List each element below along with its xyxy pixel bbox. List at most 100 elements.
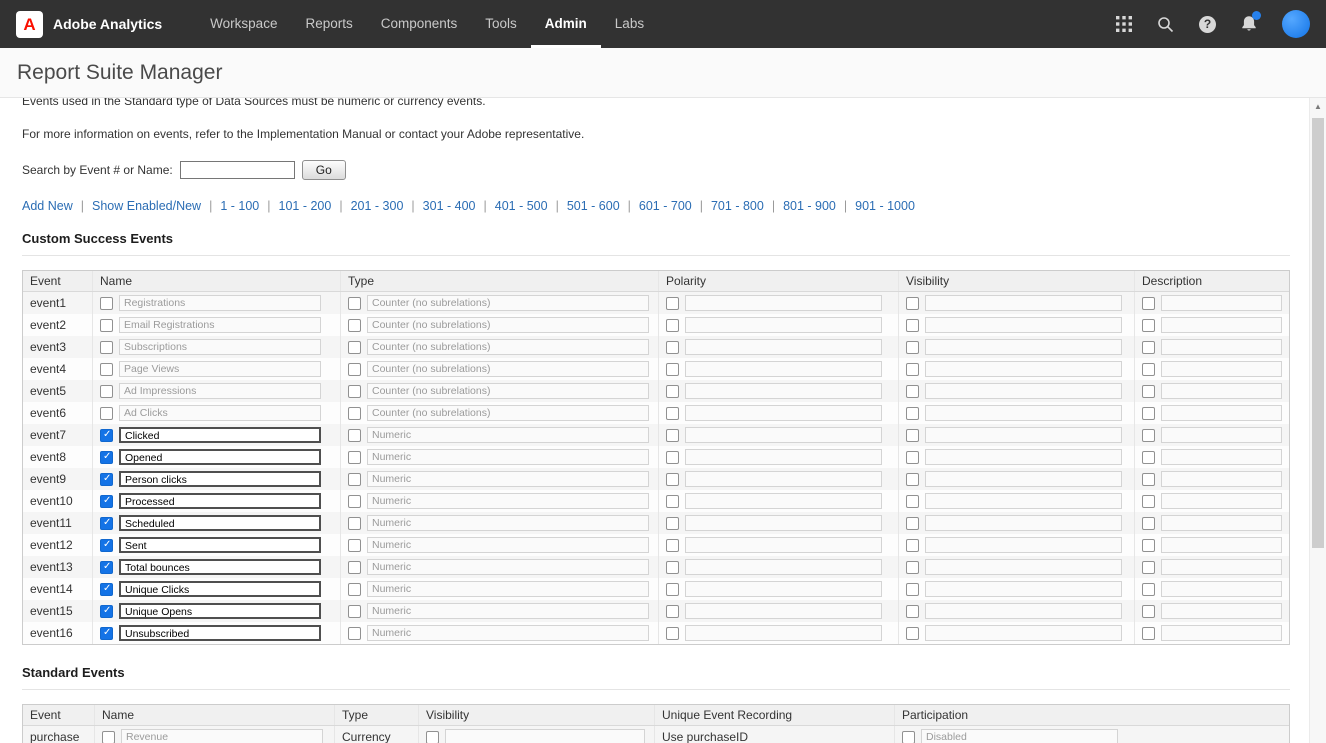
nav-admin[interactable]: Admin [531, 0, 601, 48]
checkbox[interactable] [902, 730, 915, 743]
checkbox[interactable] [1142, 626, 1155, 640]
scrollbar-thumb[interactable] [1312, 118, 1324, 548]
checkbox[interactable] [906, 582, 919, 596]
pagination-link[interactable]: 501 - 600 [567, 199, 620, 213]
notifications-icon[interactable] [1241, 11, 1261, 33]
checkbox[interactable] [666, 340, 679, 354]
checkbox[interactable] [906, 318, 919, 332]
pagination-link[interactable]: 701 - 800 [711, 199, 764, 213]
pagination-link[interactable]: 101 - 200 [279, 199, 332, 213]
checkbox[interactable] [100, 604, 113, 618]
text-input[interactable]: Clicked [119, 427, 321, 443]
checkbox[interactable] [348, 516, 361, 530]
checkbox[interactable] [666, 516, 679, 530]
checkbox[interactable] [906, 450, 919, 464]
pagination-link[interactable]: 601 - 700 [639, 199, 692, 213]
checkbox[interactable] [348, 318, 361, 332]
checkbox[interactable] [666, 626, 679, 640]
checkbox[interactable] [666, 538, 679, 552]
go-button[interactable]: Go [301, 160, 346, 180]
checkbox[interactable] [1142, 296, 1155, 310]
checkbox[interactable] [100, 340, 113, 354]
checkbox[interactable] [1142, 604, 1155, 618]
pagination-link[interactable]: Show Enabled/New [92, 199, 201, 213]
pagination-link[interactable]: 301 - 400 [423, 199, 476, 213]
text-input[interactable]: Unsubscribed [119, 625, 321, 641]
checkbox[interactable] [100, 472, 113, 486]
pagination-link[interactable]: 401 - 500 [495, 199, 548, 213]
checkbox[interactable] [666, 472, 679, 486]
checkbox[interactable] [1142, 384, 1155, 398]
text-input[interactable]: Opened [119, 449, 321, 465]
pagination-link[interactable]: Add New [22, 199, 73, 213]
checkbox[interactable] [1142, 560, 1155, 574]
text-input[interactable]: Sent [119, 537, 321, 553]
checkbox[interactable] [1142, 340, 1155, 354]
checkbox[interactable] [348, 450, 361, 464]
checkbox[interactable] [666, 604, 679, 618]
checkbox[interactable] [100, 516, 113, 530]
checkbox[interactable] [906, 472, 919, 486]
checkbox[interactable] [906, 626, 919, 640]
checkbox[interactable] [1142, 450, 1155, 464]
checkbox[interactable] [906, 560, 919, 574]
checkbox[interactable] [348, 560, 361, 574]
checkbox[interactable] [666, 560, 679, 574]
checkbox[interactable] [348, 406, 361, 420]
avatar[interactable] [1282, 10, 1310, 38]
checkbox[interactable] [100, 538, 113, 552]
checkbox[interactable] [666, 384, 679, 398]
checkbox[interactable] [906, 340, 919, 354]
nav-tools[interactable]: Tools [471, 0, 531, 48]
checkbox[interactable] [1142, 362, 1155, 376]
nav-reports[interactable]: Reports [291, 0, 366, 48]
vertical-scrollbar[interactable]: ▲ [1309, 98, 1326, 743]
pagination-link[interactable]: 801 - 900 [783, 199, 836, 213]
checkbox[interactable] [1142, 318, 1155, 332]
checkbox[interactable] [906, 516, 919, 530]
scrollbar-up-arrow[interactable]: ▲ [1310, 98, 1326, 114]
checkbox[interactable] [102, 730, 115, 743]
checkbox[interactable] [348, 296, 361, 310]
checkbox[interactable] [426, 730, 439, 743]
checkbox[interactable] [100, 296, 113, 310]
checkbox[interactable] [1142, 472, 1155, 486]
text-input[interactable]: Total bounces [119, 559, 321, 575]
checkbox[interactable] [100, 626, 113, 640]
checkbox[interactable] [348, 340, 361, 354]
checkbox[interactable] [100, 560, 113, 574]
search-input[interactable] [179, 161, 295, 179]
checkbox[interactable] [348, 538, 361, 552]
checkbox[interactable] [1142, 428, 1155, 442]
help-icon[interactable]: ? [1199, 15, 1216, 33]
checkbox[interactable] [906, 428, 919, 442]
checkbox[interactable] [666, 494, 679, 508]
apps-grid-icon[interactable] [1116, 16, 1132, 32]
text-input[interactable]: Person clicks [119, 471, 321, 487]
text-input[interactable]: Unique Opens [119, 603, 321, 619]
checkbox[interactable] [906, 296, 919, 310]
checkbox[interactable] [348, 362, 361, 376]
checkbox[interactable] [1142, 538, 1155, 552]
checkbox[interactable] [348, 494, 361, 508]
checkbox[interactable] [100, 362, 113, 376]
checkbox[interactable] [348, 582, 361, 596]
checkbox[interactable] [666, 296, 679, 310]
pagination-link[interactable]: 1 - 100 [220, 199, 259, 213]
text-input[interactable]: Scheduled [119, 515, 321, 531]
checkbox[interactable] [906, 362, 919, 376]
checkbox[interactable] [666, 582, 679, 596]
checkbox[interactable] [906, 384, 919, 398]
checkbox[interactable] [666, 450, 679, 464]
checkbox[interactable] [100, 428, 113, 442]
checkbox[interactable] [100, 384, 113, 398]
checkbox[interactable] [666, 318, 679, 332]
text-input[interactable]: Unique Clicks [119, 581, 321, 597]
nav-labs[interactable]: Labs [601, 0, 658, 48]
checkbox[interactable] [348, 472, 361, 486]
checkbox[interactable] [348, 384, 361, 398]
checkbox[interactable] [100, 450, 113, 464]
checkbox[interactable] [100, 582, 113, 596]
checkbox[interactable] [348, 604, 361, 618]
checkbox[interactable] [906, 604, 919, 618]
